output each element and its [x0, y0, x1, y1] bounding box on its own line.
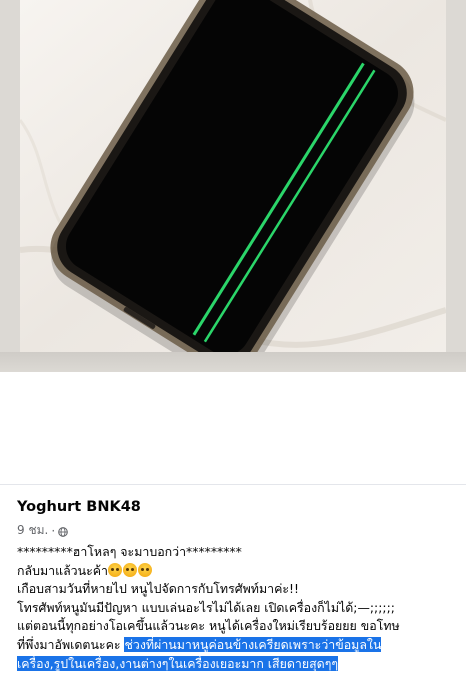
post-body: *********ฮาโหลๆ จะมาบอกว่า********* กลับ…	[17, 543, 465, 673]
post-time[interactable]: 9 ชม.	[17, 521, 48, 540]
post-photo-area[interactable]	[0, 0, 466, 372]
post-line-6-text: ที่พึ่งมาอัพเดตนะคะ	[17, 636, 125, 652]
meta-separator: ·	[51, 523, 56, 538]
globe-icon[interactable]	[58, 526, 69, 537]
selected-text[interactable]: ช่วงที่ผ่านมาหนูค่อนข้างเครียดเพราะว่าข้…	[124, 636, 382, 652]
post-line-4: โทรศัพท์หนูมันมีปัญหา แบบเล่นอะไรไม่ได้เ…	[17, 599, 395, 615]
post-line-2-text: กลับมาแล้วนะค้า	[17, 562, 108, 578]
post-photo[interactable]	[20, 0, 446, 352]
post-card: Yoghurt BNK48 9 ชม. · *********ฮาโหลๆ จะ…	[0, 484, 466, 692]
post-line-7: เครื่อง,รูปในเครื่อง,งานต่างๆในเครื่องเย…	[17, 655, 465, 674]
post-line-2: กลับมาแล้วนะค้า	[17, 562, 465, 581]
phone-image	[20, 0, 446, 352]
post-line-3: เกือบสามวันที่หายไป หนูไปจัดการกับโทรศัพ…	[17, 581, 299, 597]
post-line-6: ที่พึ่งมาอัพเดตนะคะ ช่วงที่ผ่านมาหนูค่อน…	[17, 636, 465, 655]
post-author-name[interactable]: Yoghurt BNK48	[17, 499, 141, 515]
photo-gap	[0, 372, 466, 484]
pleading-face-icon	[123, 562, 137, 577]
pleading-face-icon	[108, 562, 122, 577]
selected-text[interactable]: เครื่อง,รูปในเครื่อง,งานต่างๆในเครื่องเย…	[17, 655, 339, 671]
post-line-5: แต่ตอนนี้ทุกอย่างโอเคขึ้นแล้วนะคะ หนูได้…	[17, 618, 400, 634]
pleading-face-icon	[138, 562, 152, 577]
post-meta: 9 ชม. ·	[17, 521, 69, 540]
photo-frame-shadow	[0, 352, 466, 372]
post-line-1: *********ฮาโหลๆ จะมาบอกว่า*********	[17, 544, 242, 559]
